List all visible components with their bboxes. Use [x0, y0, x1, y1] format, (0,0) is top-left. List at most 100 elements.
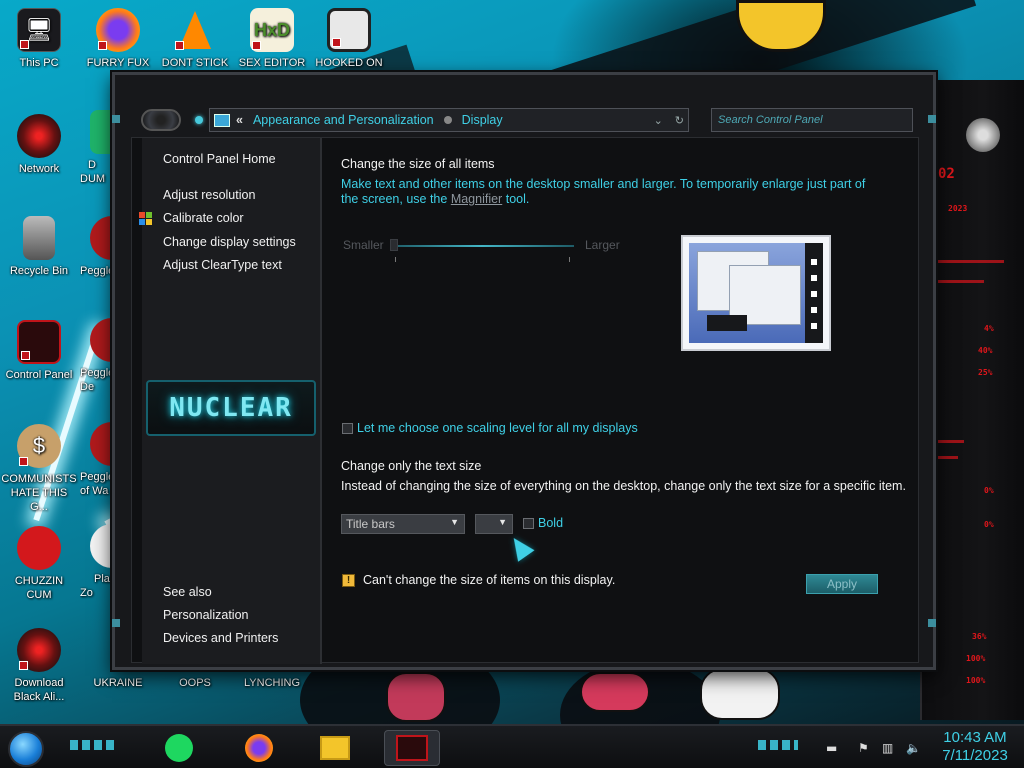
desktop-icon-ukraine[interactable]: UKRAINE [80, 676, 156, 690]
description-tail: tool. [505, 192, 530, 206]
sneaker-art-left [386, 672, 446, 722]
display-preview-image [681, 235, 831, 351]
desktop-icon-this-pc[interactable]: 🖥 This PC [1, 8, 77, 70]
desktop-icon-lynching[interactable]: LYNCHING [234, 676, 310, 690]
game-icon [327, 8, 371, 52]
sidebar-calibrate-color[interactable]: Calibrate color [163, 211, 244, 225]
desktop-icon-label: Network [18, 163, 60, 175]
desktop-icon-chuzzin[interactable]: CHUZZIN CUM [1, 526, 77, 602]
sidebar-personalization[interactable]: Personalization [163, 608, 248, 622]
show-hidden-icons[interactable]: ▬ [826, 742, 840, 754]
hud-readout: 36% [972, 632, 987, 641]
bold-label[interactable]: Bold [538, 516, 563, 530]
desktop-icon-hooked-on[interactable]: HOOKED ON [311, 8, 387, 70]
desktop-icon-label: OOPS [179, 677, 211, 689]
volume-icon[interactable]: 🔈 [906, 742, 921, 754]
sidebar-devices-and-printers[interactable]: Devices and Printers [163, 631, 278, 645]
desktop-icon-label: Download Black Ali... [13, 677, 65, 703]
firefox-icon [245, 734, 273, 762]
breadcrumb-appearance[interactable]: Appearance and Personalization [253, 113, 434, 127]
frame-accent [928, 115, 936, 123]
desktop-icon-label: SEX EDITOR [238, 57, 306, 69]
text-size-description: Instead of changing the size of everythi… [341, 479, 906, 493]
breadcrumb-separator[interactable] [443, 116, 452, 124]
taskbar-control-panel[interactable] [384, 730, 440, 766]
slider-min-label: Smaller [343, 238, 384, 252]
address-bar[interactable]: « Appearance and Personalization Display… [209, 108, 689, 132]
hxd-icon: HxD [250, 8, 294, 52]
desktop-icon-sex-editor[interactable]: HxD SEX EDITOR [234, 8, 310, 70]
sidebar-adjust-cleartype[interactable]: Adjust ClearType text [163, 258, 282, 272]
money-bag-icon: $ [17, 424, 61, 468]
hud-readout: 0% [984, 486, 994, 495]
size-slider-thumb[interactable] [390, 239, 398, 251]
frame-accent [112, 115, 120, 123]
back-forward-buttons[interactable] [141, 109, 181, 131]
slider-tick [569, 257, 570, 262]
chuzzle-icon [17, 526, 61, 570]
desktop-icon-label: Peggle of Wa [80, 471, 115, 497]
clock-time: 10:43 AM [943, 729, 1007, 746]
page-description: Make text and other items on the desktop… [341, 177, 881, 207]
bold-checkbox[interactable] [523, 518, 534, 529]
desktop-icon-label: D DUM [80, 159, 106, 185]
desktop-icon-dont-stick[interactable]: DONT STICK [157, 8, 233, 70]
control-panel-window: « Appearance and Personalization Display… [112, 72, 936, 670]
taskbar-file-explorer[interactable] [314, 730, 356, 766]
frame-accent [112, 619, 120, 627]
sidebar: Control Panel Home Adjust resolution Cal… [139, 138, 322, 664]
desktop-icon-control-panel[interactable]: Control Panel [1, 320, 77, 382]
scaling-level-checkbox[interactable] [342, 423, 353, 434]
breadcrumb-overflow[interactable]: « [236, 113, 243, 127]
desktop-icon-oops[interactable]: OOPS [157, 676, 233, 690]
font-size-dropdown[interactable]: ▼ [475, 514, 513, 534]
network-icon [17, 114, 61, 158]
desktop-icon-communists[interactable]: $ COMMUNISTS HATE THIS G... [1, 424, 77, 514]
desktop-icon-furry-fux[interactable]: FURRY FUX [80, 8, 156, 70]
page-title: Change the size of all items [341, 157, 495, 171]
display-icon [214, 113, 230, 127]
hud-readout: 40% [978, 346, 993, 355]
desktop-icon-label: DONT STICK [161, 57, 229, 69]
shield-icon [139, 212, 153, 226]
item-select-value: Title bars [346, 517, 395, 531]
sidebar-adjust-resolution[interactable]: Adjust resolution [163, 188, 255, 202]
item-select-dropdown[interactable]: Title bars ▼ [341, 514, 465, 534]
desktop-icon-label: UKRAINE [93, 677, 143, 689]
refresh-icon[interactable]: ↻ [675, 114, 684, 127]
sidebar-change-display-settings[interactable]: Change display settings [163, 235, 296, 249]
desktop-icon-label: HOOKED ON [315, 57, 383, 69]
taskbar-spotify[interactable] [158, 730, 200, 766]
flag-icon[interactable]: ⚑ [858, 742, 872, 754]
address-dropdown-icon[interactable]: ⌄ [654, 114, 663, 127]
network-icon[interactable]: ▥ [882, 742, 896, 754]
hud-readout: 02 [938, 166, 955, 182]
apply-button[interactable]: Apply [806, 574, 878, 594]
desktop-icon-network[interactable]: Network [1, 114, 77, 176]
sneaker-art-center [580, 672, 650, 712]
desktop-icon-label: Control Panel [5, 369, 73, 381]
taskbar-firefox[interactable] [238, 730, 280, 766]
start-button[interactable] [8, 731, 44, 767]
file-explorer-icon [320, 736, 350, 760]
hud-readout: 100% [966, 654, 986, 663]
desktop-icon-label: Recycle Bin [9, 265, 69, 277]
system-clock[interactable]: 10:43 AM 7/11/2023 [930, 729, 1020, 765]
size-slider-track[interactable] [390, 245, 574, 247]
search-input[interactable]: Search Control Panel [711, 108, 913, 132]
mouse-cursor-icon [505, 532, 535, 562]
recent-pages-dot[interactable] [195, 116, 203, 124]
desktop-icon-label: Plan Zo [80, 573, 117, 599]
breadcrumb-display[interactable]: Display [462, 113, 503, 127]
see-also-title: See also [163, 585, 212, 599]
desktop-icon-recycle-bin[interactable]: Recycle Bin [1, 216, 77, 278]
sidebar-control-panel-home[interactable]: Control Panel Home [163, 152, 276, 166]
scaling-level-label[interactable]: Let me choose one scaling level for all … [357, 421, 638, 435]
desktop-icon-black-alien[interactable]: Download Black Ali... [1, 628, 77, 704]
magnifier-link[interactable]: Magnifier [451, 192, 502, 206]
vlc-icon [173, 8, 217, 52]
frame-accent [928, 619, 936, 627]
desktop-icon-label: This PC [19, 57, 59, 69]
control-panel-icon [396, 735, 428, 761]
hud-year: 2023 [948, 204, 968, 213]
